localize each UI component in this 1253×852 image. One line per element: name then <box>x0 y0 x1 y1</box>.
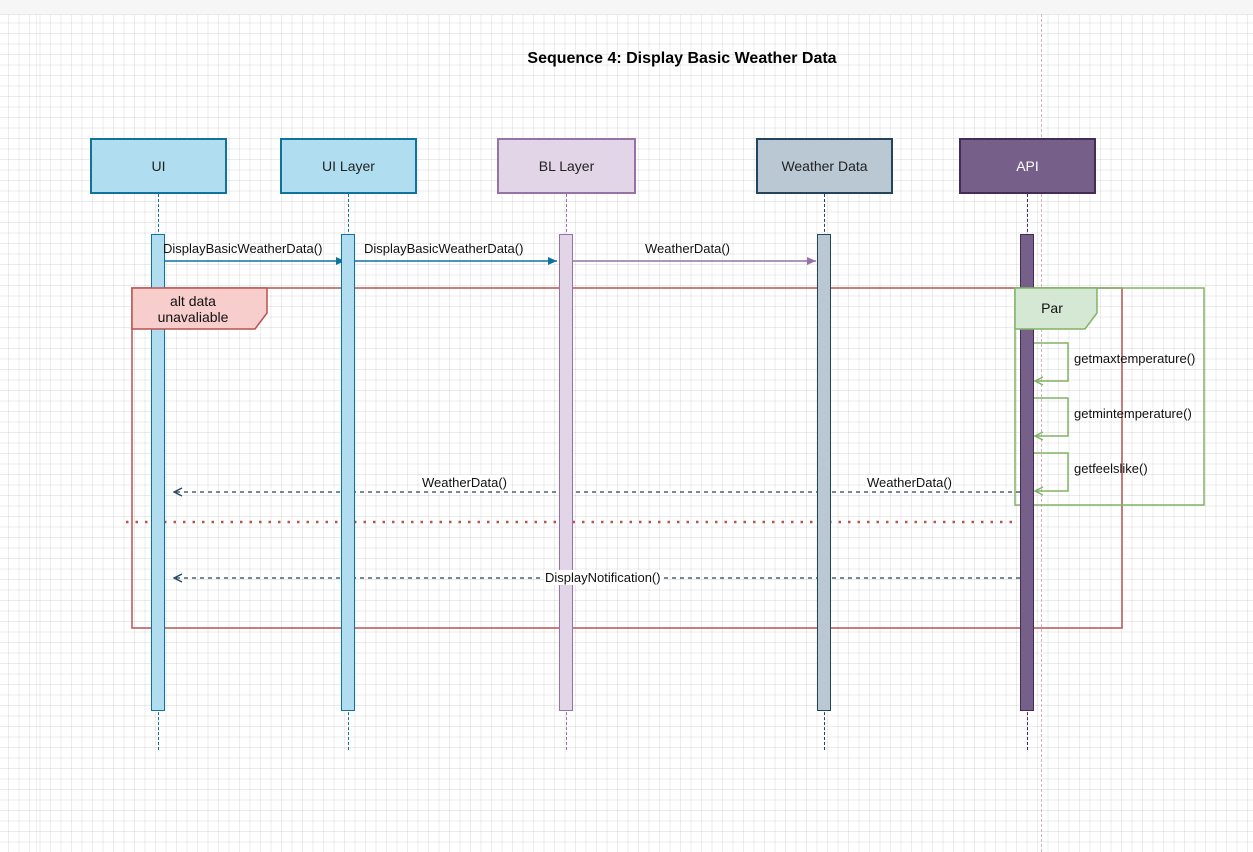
participant-label: BL Layer <box>538 158 595 174</box>
participant-label: UI Layer <box>322 158 375 174</box>
participant-label: UI <box>151 158 166 174</box>
par-fragment-label[interactable]: Par <box>1016 290 1088 326</box>
participant-bl-layer[interactable]: BL Layer <box>497 138 636 194</box>
participant-api[interactable]: API <box>959 138 1096 194</box>
diagram-connectors <box>126 257 1205 629</box>
alt-fragment-label[interactable]: alt data unavaliable <box>133 290 253 328</box>
return-message-label: WeatherData() <box>421 475 509 490</box>
message-label: WeatherData() <box>645 241 731 256</box>
self-call-label: getmintemperature() <box>1074 406 1192 421</box>
return-message-label: WeatherData() <box>866 475 954 490</box>
self-call-arrow-getfeelslike[interactable] <box>1030 452 1069 491</box>
participant-ui-layer[interactable]: UI Layer <box>280 138 417 194</box>
self-call-label: getmaxtemperature() <box>1074 351 1196 366</box>
participant-label: API <box>1016 158 1039 174</box>
self-call-arrow-getmaxtemperature[interactable] <box>1030 342 1069 381</box>
message-label: DisplayBasicWeatherData() <box>364 241 524 256</box>
self-call-arrow-getmintemperature[interactable] <box>1030 397 1069 436</box>
self-call-label: getfeelslike() <box>1074 461 1148 476</box>
participant-label: Weather Data <box>781 158 868 174</box>
return-message-label: DisplayNotification() <box>544 570 662 585</box>
participant-ui[interactable]: UI <box>90 138 227 194</box>
activation-bar-weather-data[interactable] <box>817 234 831 711</box>
participant-weather-data[interactable]: Weather Data <box>756 138 893 194</box>
message-label: DisplayBasicWeatherData() <box>163 241 323 256</box>
activation-bar-ui-layer[interactable] <box>341 234 355 711</box>
activation-bar-bl-layer[interactable] <box>559 234 573 711</box>
